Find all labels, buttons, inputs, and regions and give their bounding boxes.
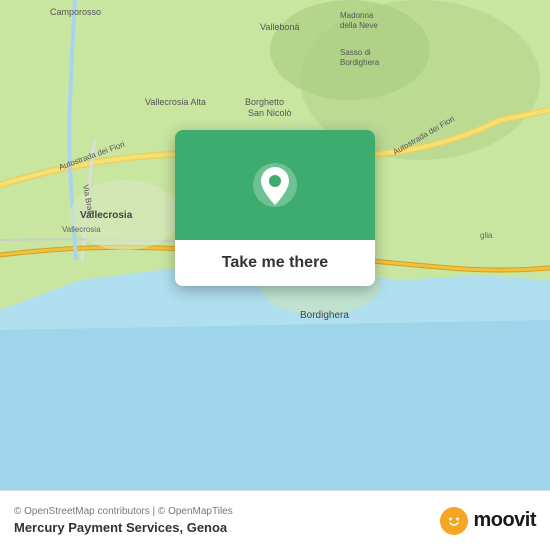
svg-text:Vallecrosia Alta: Vallecrosia Alta [145,97,206,107]
popup-card: Take me there [175,130,375,286]
location-pin-icon [251,161,299,209]
svg-text:Camporosso: Camporosso [50,7,101,17]
svg-text:Vallecrosia: Vallecrosia [62,225,101,234]
svg-text:della Neve: della Neve [340,21,378,30]
moovit-name: moovit [473,509,536,532]
svg-text:Madonna: Madonna [340,11,374,20]
svg-text:Bordighera: Bordighera [300,310,349,321]
svg-text:Vallecrosia: Vallecrosia [80,210,133,221]
svg-text:glia: glia [480,231,493,240]
popup-header [175,130,375,240]
svg-text:San Nicolò: San Nicolò [248,108,292,118]
location-text: Mercury Payment Services, Genoa [14,520,233,535]
footer-left: © OpenStreetMap contributors | © OpenMap… [14,506,233,535]
footer-bar: © OpenStreetMap contributors | © OpenMap… [0,490,550,550]
moovit-logo: moovit [440,507,536,535]
svg-text:Sasso di: Sasso di [340,48,371,57]
svg-text:Borghetto: Borghetto [245,97,284,107]
take-me-there-button[interactable]: Take me there [175,240,375,286]
svg-text:Bordighera: Bordighera [340,58,380,67]
attribution-text: © OpenStreetMap contributors | © OpenMap… [14,506,233,517]
moovit-icon [440,507,468,535]
map: Camporosso Valleboná Madonna della Neve … [0,0,550,490]
svg-text:Valleboná: Valleboná [260,22,299,32]
